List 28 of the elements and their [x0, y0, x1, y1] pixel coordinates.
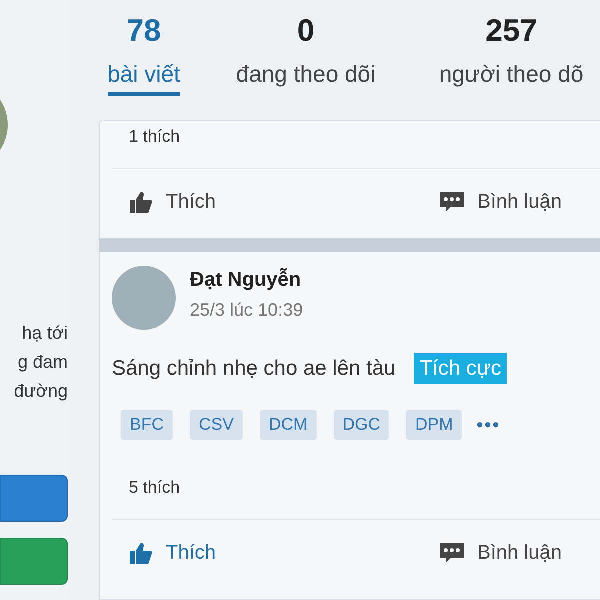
- like-button[interactable]: Thích: [128, 541, 216, 565]
- thumbs-up-icon: [128, 190, 154, 214]
- comment-button[interactable]: Bình luận: [439, 190, 562, 214]
- post-text: Sáng chỉnh nhẹ cho ae lên tàu: [112, 356, 396, 380]
- like-count: 1 thích: [128, 126, 182, 148]
- intro-text: g đam: [18, 351, 68, 374]
- stock-tag[interactable]: DPM: [406, 410, 462, 440]
- stat-tab[interactable]: 0 đang theo dõi: [189, 0, 423, 120]
- action-button[interactable]: [0, 538, 68, 585]
- stock-tag[interactable]: DGC: [334, 410, 390, 440]
- stock-tag[interactable]: BFC: [121, 410, 173, 440]
- like-count: 5 thích: [128, 477, 182, 499]
- speech-bubble-icon: [439, 190, 466, 214]
- stat-tab[interactable]: 78 bài viết: [99, 0, 189, 120]
- action-button[interactable]: [0, 475, 68, 522]
- sentiment-tag: Tích cực: [414, 353, 508, 384]
- intro-text: hạ tới: [22, 322, 68, 345]
- post-time: 25/3 lúc 10:39: [190, 299, 304, 322]
- stock-tag[interactable]: CSV: [190, 410, 243, 440]
- author-name[interactable]: Đạt Nguyễn: [190, 268, 304, 292]
- thumbs-up-icon: [128, 541, 154, 565]
- more-icon[interactable]: [477, 422, 500, 428]
- comment-button[interactable]: Bình luận: [439, 541, 562, 565]
- like-button[interactable]: Thích: [128, 190, 216, 214]
- stat-tab[interactable]: 257 người theo dõ: [423, 0, 600, 120]
- intro-text: đường: [14, 380, 68, 403]
- speech-bubble-icon: [439, 541, 466, 565]
- stock-tag[interactable]: DCM: [260, 410, 317, 440]
